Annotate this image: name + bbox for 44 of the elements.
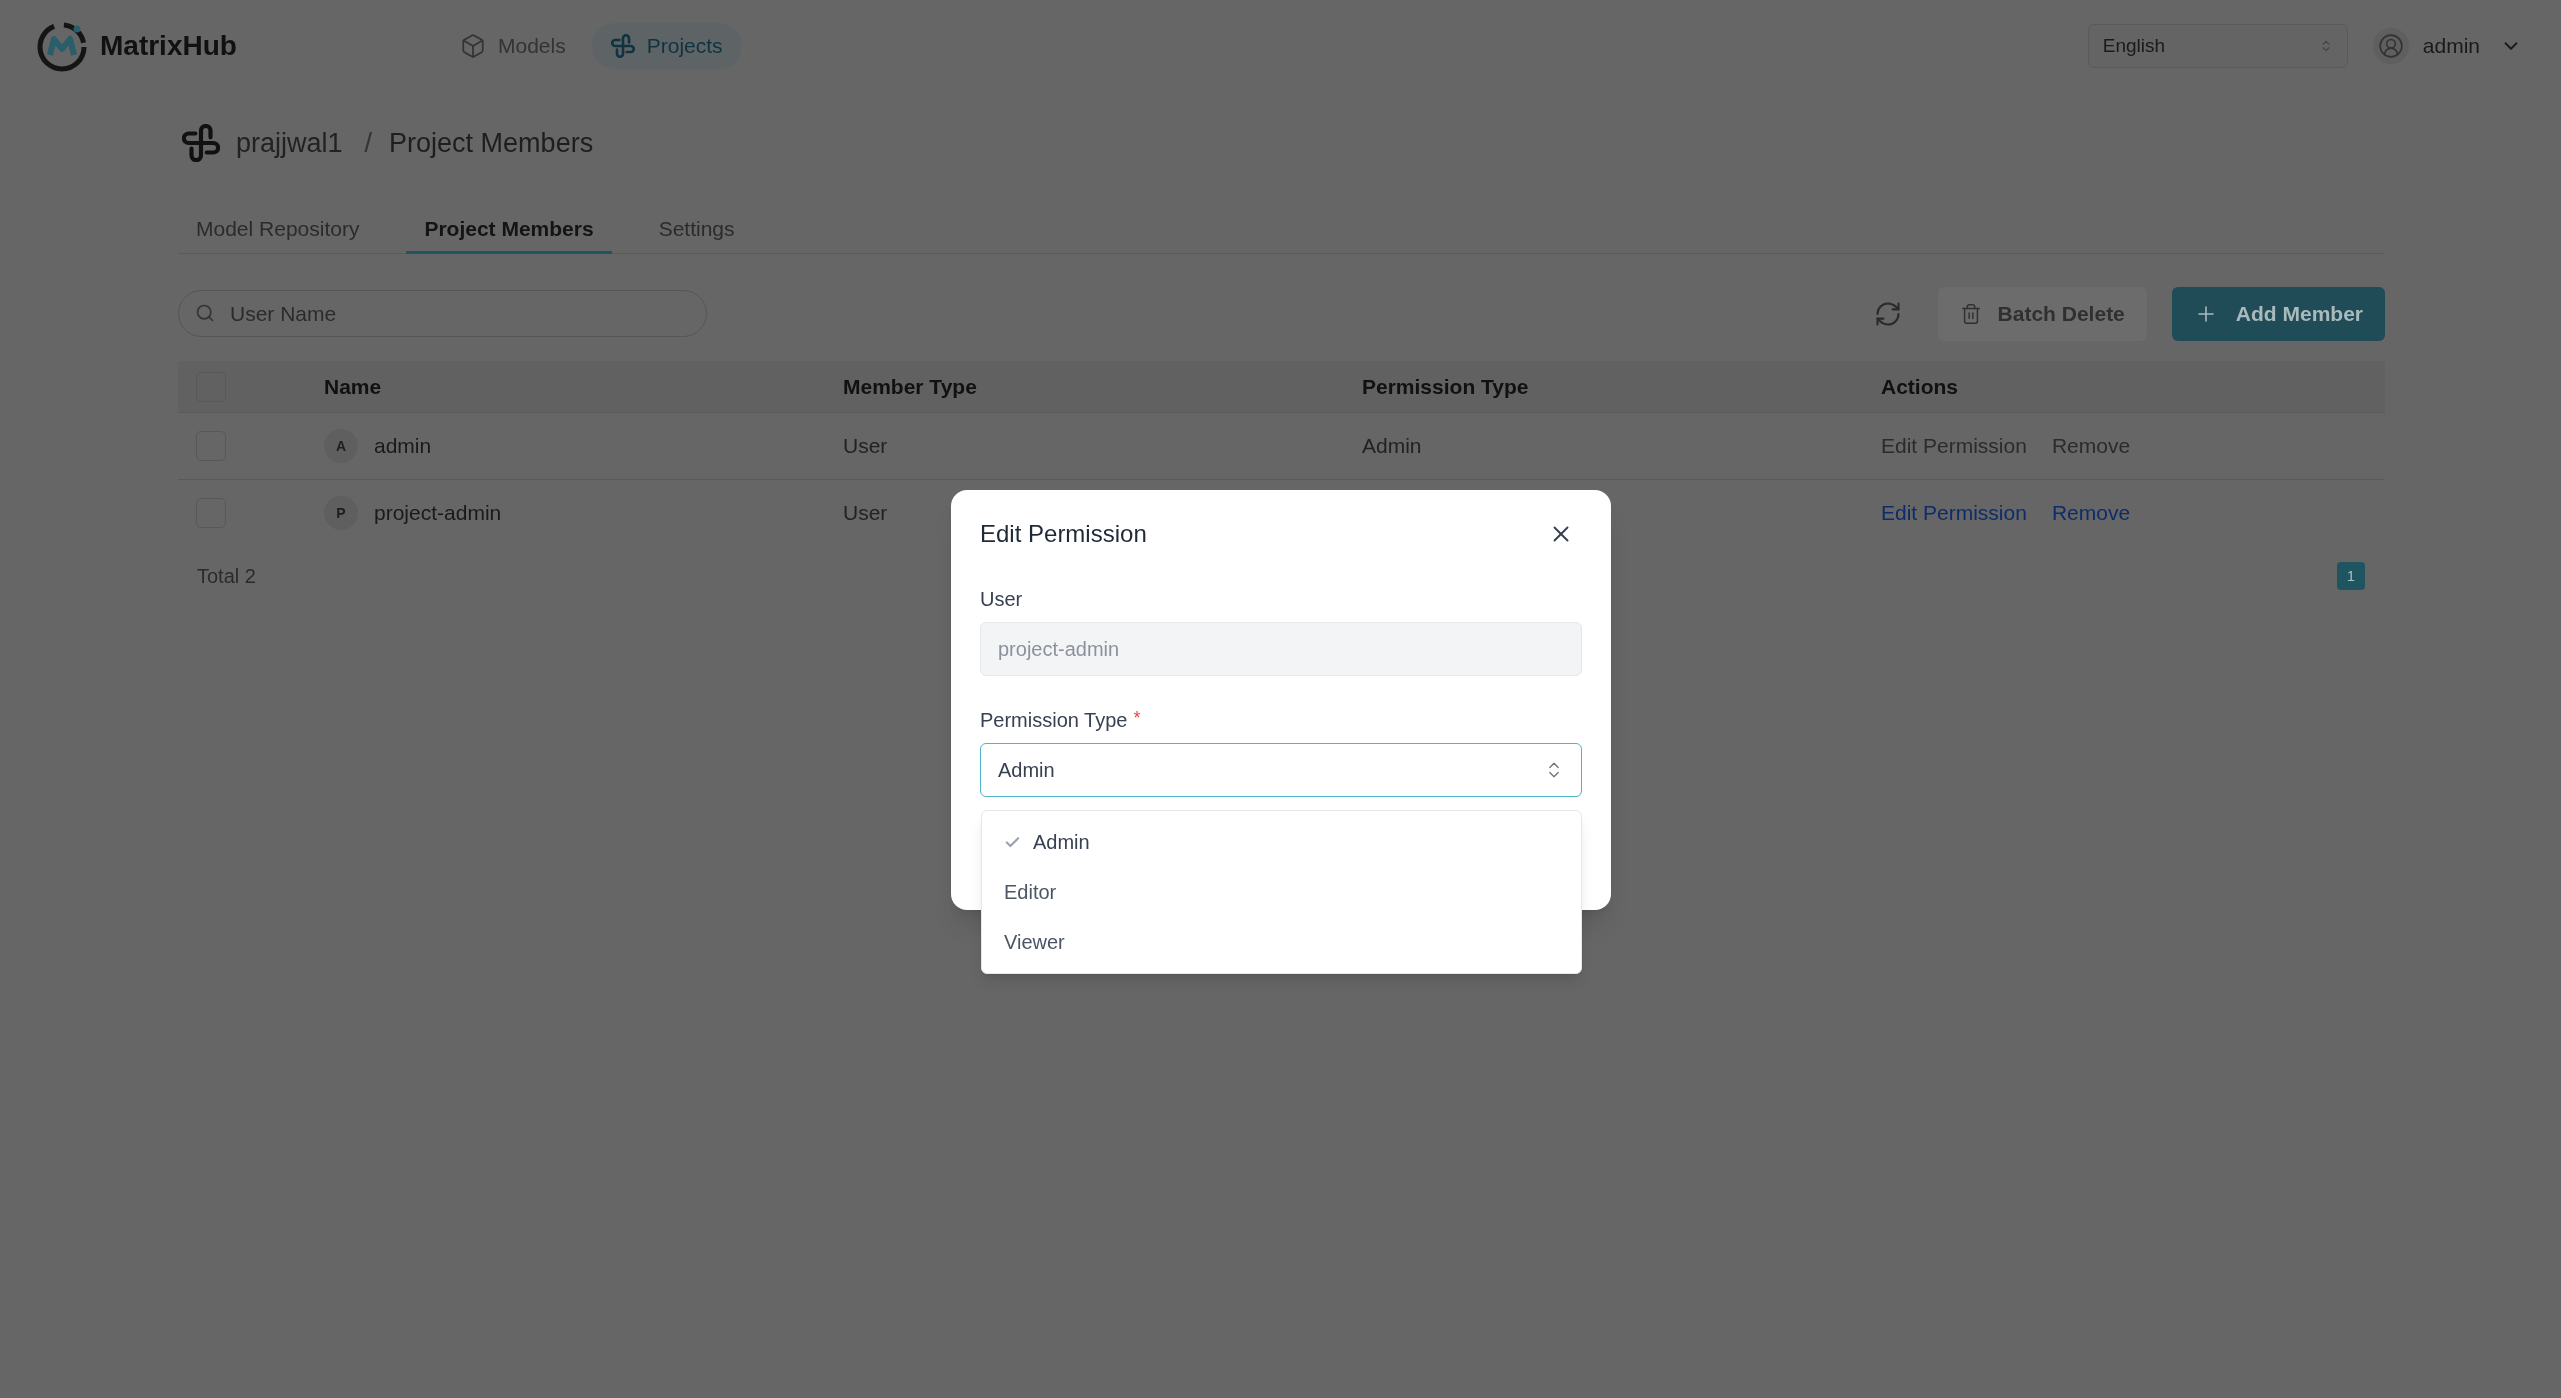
pinwheel-icon xyxy=(182,124,220,162)
dropdown-option[interactable]: Viewer xyxy=(982,917,1581,967)
member-name: project-admin xyxy=(374,500,502,527)
dropdown-option[interactable]: Editor xyxy=(982,867,1581,917)
refresh-icon xyxy=(1873,299,1902,328)
dialog-title: Edit Permission xyxy=(980,519,1147,549)
tab[interactable]: Settings xyxy=(640,206,753,254)
required-mark: * xyxy=(1133,707,1141,730)
table-cell: User xyxy=(843,501,888,525)
action-link[interactable]: Remove xyxy=(2051,497,2131,529)
dropdown-option[interactable]: Admin xyxy=(982,817,1581,867)
breadcrumb-link[interactable]: prajjwal1 xyxy=(236,122,343,164)
nav-item[interactable]: Projects xyxy=(591,23,742,69)
pinwheel-icon xyxy=(610,34,635,58)
logo-icon xyxy=(36,20,88,72)
table-cell: User xyxy=(843,434,888,458)
cube-icon xyxy=(460,33,486,59)
field-label: Permission Type xyxy=(980,708,1128,733)
tab[interactable]: Project Members xyxy=(406,206,612,254)
search-field[interactable]: User Name xyxy=(178,290,707,337)
column-header: Name xyxy=(324,374,382,398)
action-link[interactable]: Edit Permission xyxy=(1881,497,2027,529)
page-button[interactable]: 1 xyxy=(2337,562,2365,590)
refresh-button[interactable] xyxy=(1873,299,1902,328)
tab[interactable]: Model Repository xyxy=(178,206,378,254)
table-cell: Admin xyxy=(1362,434,1422,458)
brand-name: MatrixHub xyxy=(100,29,237,63)
column-header: Actions xyxy=(1881,374,1958,398)
user-menu-button[interactable]: admin xyxy=(2372,28,2522,64)
permission-select[interactable]: Admin xyxy=(980,743,1582,797)
page-title: Project Members xyxy=(389,126,594,160)
breadcrumb-separator: / xyxy=(364,126,373,160)
column-header: Member Type xyxy=(843,374,977,398)
user-initial-avatar: A xyxy=(324,429,358,463)
add-member-button[interactable]: Add Member xyxy=(2171,286,2385,341)
column-header: Permission Type xyxy=(1362,374,1529,398)
trash-icon xyxy=(1959,302,1982,325)
total-count: Total 2 xyxy=(197,564,256,589)
user-avatar-icon xyxy=(2372,28,2409,64)
search-icon xyxy=(195,303,215,323)
language-select[interactable]: English xyxy=(2087,24,2348,68)
field-label: User xyxy=(980,587,1023,612)
member-name: admin xyxy=(374,433,432,460)
user-initial-avatar: P xyxy=(324,496,358,530)
